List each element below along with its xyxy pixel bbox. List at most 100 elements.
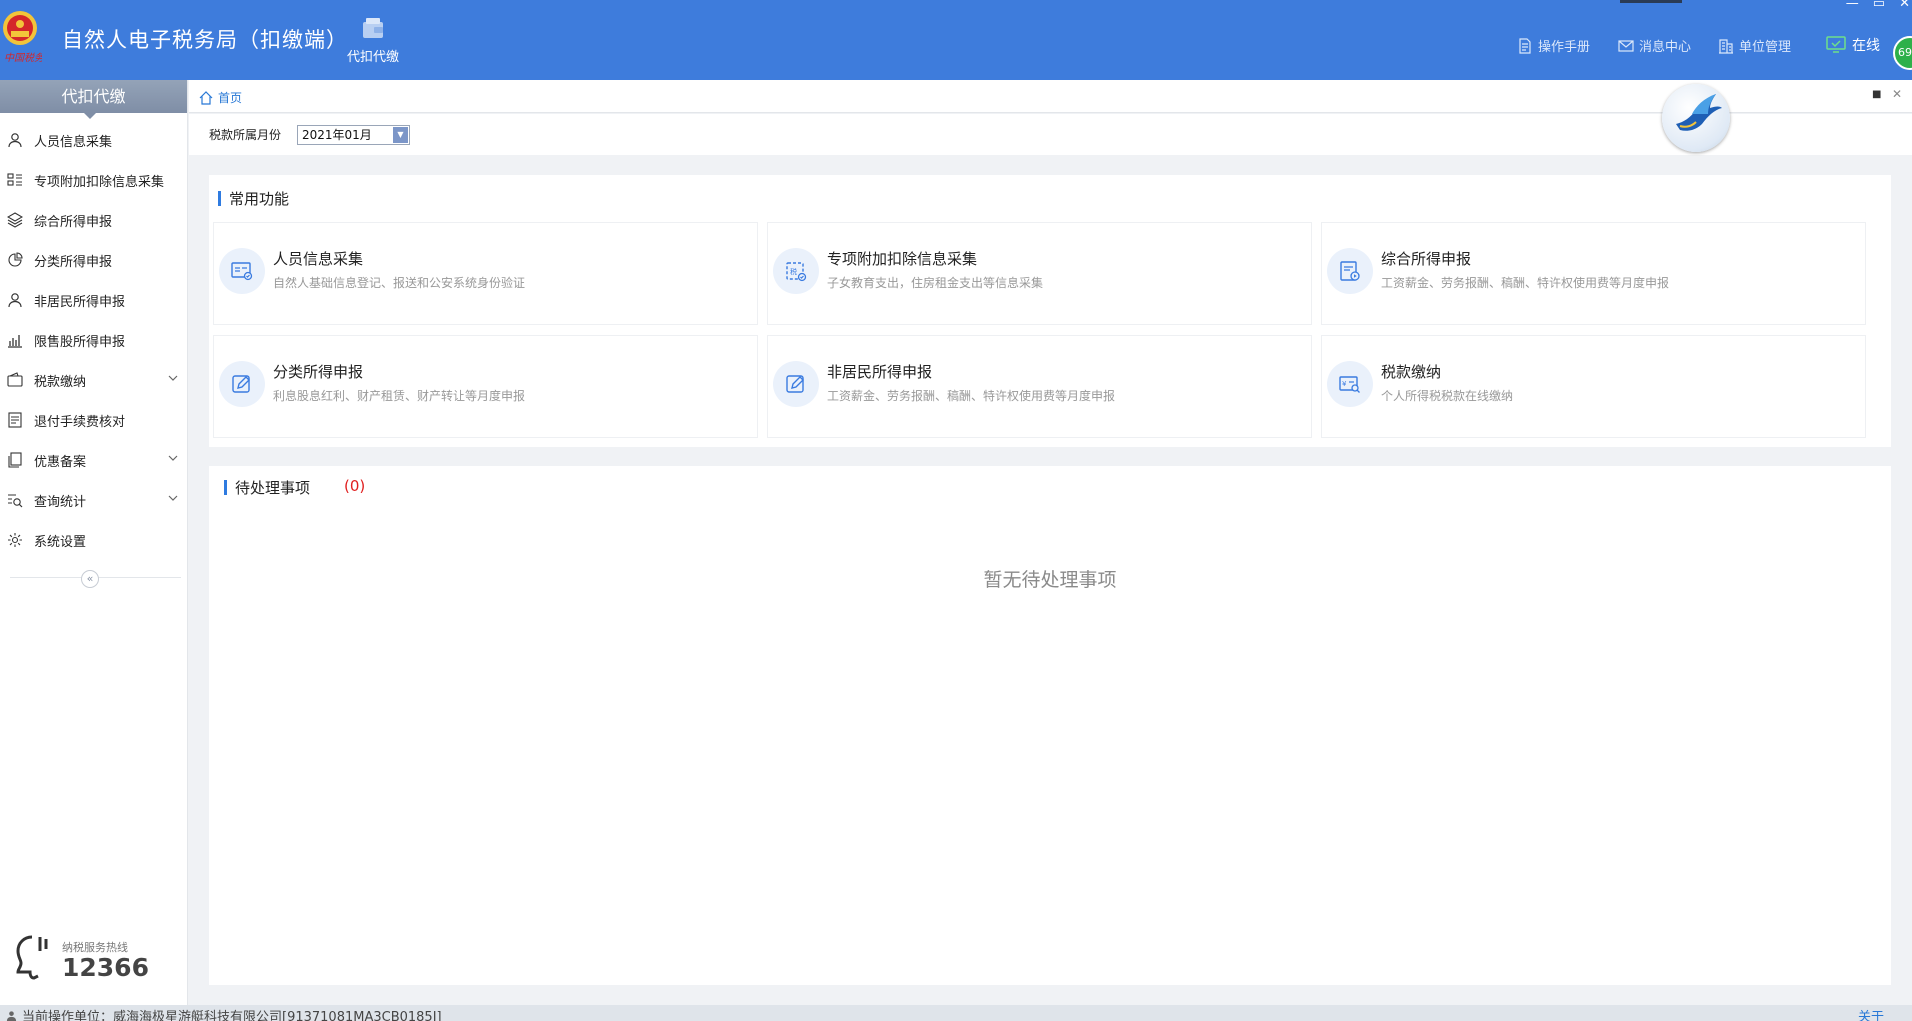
app-title: 自然人电子税务局（扣缴端）	[62, 28, 348, 52]
hotline-number: 12366	[62, 953, 149, 982]
sidebar-item-comprehensive-income[interactable]: 综合所得申报	[0, 200, 187, 240]
svg-text:¥: ¥	[1342, 380, 1347, 388]
card-icon: 税	[773, 248, 819, 294]
minimize-icon[interactable]: —	[1846, 0, 1859, 11]
module-label: 代扣代缴	[346, 50, 399, 65]
tax-document-icon: 税	[786, 262, 807, 282]
online-status[interactable]: 在线	[1826, 35, 1880, 55]
wallet-icon	[363, 18, 383, 38]
sidebar-item-person-info[interactable]: 人员信息采集	[0, 120, 187, 160]
sidebar-item-label: 退付手续费核对	[34, 414, 126, 430]
messages-link[interactable]: 消息中心	[1618, 36, 1691, 55]
sidebar-item-preferential-filing[interactable]: 优惠备案	[0, 440, 187, 480]
about-link[interactable]: 关于	[1858, 1006, 1884, 1021]
common-functions-title-text: 常用功能	[229, 190, 290, 208]
card-title: 综合所得申报	[1381, 250, 1472, 268]
common-functions-panel: 常用功能 人员信息采集 自然人基础信息登记、报送和公安系统身份验证 税 专项附加…	[209, 175, 1891, 447]
person-icon	[8, 293, 22, 308]
pending-items-title: 待处理事项	[224, 477, 310, 498]
card-title: 人员信息采集	[273, 250, 364, 268]
card-description: 工资薪金、劳务报酬、稿酬、特许权使用费等月度申报	[827, 389, 1116, 403]
maximize-icon[interactable]: ▭	[1873, 0, 1885, 11]
manual-link[interactable]: 操作手册	[1517, 36, 1590, 55]
unit-management-label: 单位管理	[1739, 40, 1792, 55]
sidebar-item-classified-income[interactable]: 分类所得申报	[0, 240, 187, 280]
chevron-down-icon	[168, 455, 178, 461]
sidebar-item-label: 专项附加扣除信息采集	[34, 174, 165, 190]
card-special-deduction[interactable]: 税 专项附加扣除信息采集 子女教育支出，住房租金支出等信息采集	[767, 222, 1312, 325]
tax-period-select[interactable]: 2021年01月 ▼	[297, 125, 410, 145]
sidebar-item-special-deduction[interactable]: 专项附加扣除信息采集	[0, 160, 187, 200]
person-icon	[8, 133, 22, 148]
sidebar-item-fee-refund-check[interactable]: 退付手续费核对	[0, 400, 187, 440]
card-person-info[interactable]: 人员信息采集 自然人基础信息登记、报送和公安系统身份验证	[213, 222, 758, 325]
sidebar-item-query-statistics[interactable]: 查询统计	[0, 480, 187, 520]
current-unit: 当前操作单位：威海海极星游艇科技有限公司[91371081MA3CB0185J]	[6, 1006, 442, 1021]
card-description: 个人所得税税款在线缴纳	[1381, 389, 1514, 403]
sidebar-item-restricted-shares[interactable]: 限售股所得申报	[0, 320, 187, 360]
edit-icon	[786, 375, 804, 393]
card-icon	[773, 361, 819, 407]
card-title: 分类所得申报	[273, 363, 364, 381]
bar-chart-icon	[8, 335, 22, 348]
close-icon[interactable]: ✕	[1899, 0, 1910, 11]
sidebar-title: 代扣代缴	[0, 80, 187, 119]
payment-search-icon: ¥	[1339, 376, 1360, 393]
unit-management-link[interactable]: 单位管理	[1718, 36, 1791, 55]
card-icon	[1327, 248, 1373, 294]
pending-count: (0)	[344, 477, 366, 495]
card-description: 利息股息红利、财产租赁、财产转让等月度申报	[273, 389, 526, 403]
sidebar-collapse-button[interactable]: «	[81, 570, 99, 588]
sidebar-menu: 人员信息采集 专项附加扣除信息采集 综合所得申报 分类所得申报 非居民所得申报 …	[0, 120, 187, 560]
copy-icon	[8, 452, 22, 468]
pending-empty-message: 暂无待处理事项	[983, 569, 1117, 591]
chevron-down-icon	[168, 495, 178, 501]
window-controls: — ▭ ✕	[1846, 0, 1910, 11]
search-list-icon	[8, 494, 23, 508]
phone-head-icon	[16, 935, 48, 980]
card-classified-income[interactable]: 分类所得申报 利息股息红利、财产租赁、财产转让等月度申报	[213, 335, 758, 438]
list-icon	[7, 173, 22, 186]
sidebar-item-label: 税款缴纳	[34, 374, 87, 390]
current-unit-text: 当前操作单位：威海海极星游艇科技有限公司[91371081MA3CB0185J]	[22, 1010, 442, 1021]
tab-home-label: 首页	[218, 91, 243, 105]
card-comprehensive-income[interactable]: 综合所得申报 工资薪金、劳务报酬、稿酬、特许权使用费等月度申报	[1321, 222, 1866, 325]
bird-icon	[1676, 94, 1722, 131]
sidebar-item-label: 优惠备案	[34, 454, 87, 470]
user-icon	[6, 1011, 17, 1021]
restore-icon[interactable]: ■	[1872, 89, 1881, 100]
card-icon	[219, 248, 265, 294]
card-title: 专项附加扣除信息采集	[827, 250, 978, 268]
card-description: 子女教育支出，住房租金支出等信息采集	[827, 276, 1044, 290]
card-nonresident-income[interactable]: 非居民所得申报 工资薪金、劳务报酬、稿酬、特许权使用费等月度申报	[767, 335, 1312, 438]
module-withholding-button[interactable]: 代扣代缴	[340, 14, 406, 65]
sidebar-item-label: 系统设置	[34, 534, 87, 550]
pending-items-title-text: 待处理事项	[235, 479, 311, 497]
hotline-badge: 纳税服务热线 12366	[14, 933, 184, 993]
building-icon	[1719, 38, 1733, 54]
sidebar-item-label: 人员信息采集	[34, 134, 113, 150]
tax-period-value: 2021年01月	[302, 128, 372, 142]
online-label: 在线	[1852, 38, 1880, 54]
svg-text:税: 税	[790, 267, 797, 276]
card-icon	[219, 361, 265, 407]
sidebar-item-tax-payment[interactable]: 税款缴纳	[0, 360, 187, 400]
card-title: 税款缴纳	[1381, 363, 1442, 381]
manual-label: 操作手册	[1538, 40, 1591, 55]
tab-home[interactable]: 首页	[199, 89, 242, 106]
sidebar-item-system-settings[interactable]: 系统设置	[0, 520, 187, 560]
document-play-icon	[1340, 261, 1360, 281]
close-tab-icon[interactable]: ✕	[1892, 87, 1902, 101]
wallet-icon	[7, 372, 23, 387]
sidebar-item-nonresident-income[interactable]: 非居民所得申报	[0, 280, 187, 320]
svg-text:中国税务: 中国税务	[4, 52, 42, 64]
sidebar-item-label: 非居民所得申报	[34, 294, 126, 310]
layers-icon	[7, 212, 23, 228]
card-tax-payment[interactable]: ¥ 税款缴纳 个人所得税税款在线缴纳	[1321, 335, 1866, 438]
app-header: 中国税务 自然人电子税务局（扣缴端） 代扣代缴 操作手册 消息中心 单位管理 在…	[0, 0, 1912, 80]
card-title: 非居民所得申报	[827, 363, 933, 381]
document-icon	[1519, 37, 1531, 54]
id-card-icon	[231, 262, 253, 281]
assistant-bird-icon[interactable]	[1662, 84, 1730, 152]
status-bar: 当前操作单位：威海海极星游艇科技有限公司[91371081MA3CB0185J]…	[0, 1005, 1912, 1021]
